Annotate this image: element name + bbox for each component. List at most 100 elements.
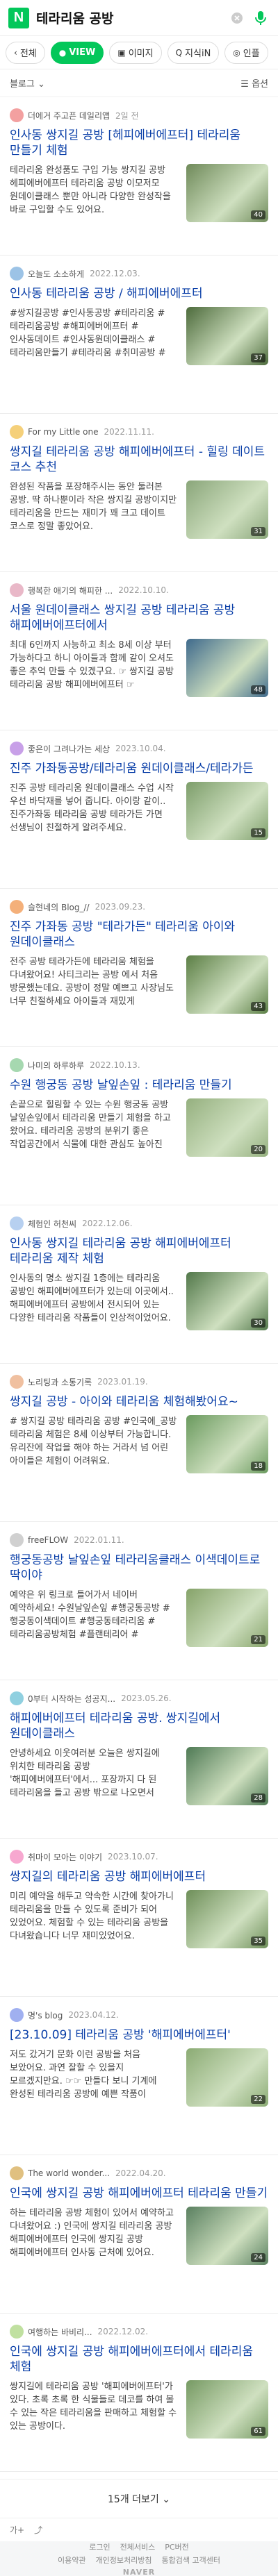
result-thumbnail[interactable]: 18 <box>186 1415 268 1473</box>
tab-1[interactable]: ● VIEW <box>50 41 104 64</box>
search-result[interactable]: 여행하는 바비리... 2022.12.02. 인국에 쌍지길 공방 해피에버에프터… <box>0 2314 278 2472</box>
result-title[interactable]: 서울 원데이클래스 쌍지길 공방 테라리움 공방 해피에버에프터에서 <box>10 603 268 633</box>
result-thumbnail[interactable]: 30 <box>186 1272 268 1330</box>
author-name[interactable]: For my Little one <box>28 427 98 437</box>
search-query[interactable]: 테라리움 공방 <box>36 8 222 27</box>
search-result[interactable]: 좋은이 그려나가는 세상 2023.10.04. 진주 가좌동공방/테라리움 원데이… <box>0 730 278 889</box>
result-thumbnail[interactable]: 31 <box>186 480 268 539</box>
result-thumbnail[interactable]: 40 <box>186 164 268 222</box>
image-count: 21 <box>251 1635 265 1644</box>
author-name[interactable]: 나미의 하루하루 <box>28 1060 84 1071</box>
result-thumbnail[interactable]: 21 <box>186 1589 268 1647</box>
tab-4[interactable]: ◎ 인플 <box>224 41 268 64</box>
author-avatar[interactable] <box>10 1058 24 1072</box>
result-thumbnail[interactable]: 61 <box>186 2380 268 2439</box>
result-title[interactable]: 인국에 쌍지길 공방 해피에버에프터에서 테라리움 체험 <box>10 2344 268 2375</box>
author-name[interactable]: 취마이 모아는 이야기 <box>28 1851 102 1863</box>
search-result[interactable]: 더에거 주고픈 데일리앱 2일 전 인사동 쌍지길 공방 [헤피에버에프터] 테라리… <box>0 97 278 256</box>
result-thumbnail[interactable]: 48 <box>186 639 268 697</box>
result-thumbnail[interactable]: 15 <box>186 782 268 840</box>
search-result[interactable]: 오늘도 소소하게 2022.12.03. 인사동 테라리움 공방 / 해피에버에프터… <box>0 256 278 414</box>
result-body: 예약은 위 링크로 들어가서 네이버 예약하세요! 수원날잎손잎 #행궁동공방 … <box>10 1589 268 1647</box>
author-avatar[interactable] <box>10 1850 24 1864</box>
result-title[interactable]: 인사동 쌍지길 테라리움 공방 해피에버에프터 테라리움 제작 체험 <box>10 1236 268 1266</box>
result-meta: 오늘도 소소하게 2022.12.03. <box>10 267 268 281</box>
result-title[interactable]: 진주 가좌동 공방 "테라가든" 테라리움 아이와 원데이클래스 <box>10 919 268 950</box>
result-title[interactable]: 인사동 쌍지길 공방 [헤피에버에프터] 테라리움 만들기 체험 <box>10 128 268 158</box>
result-thumbnail[interactable]: 37 <box>186 307 268 365</box>
search-result[interactable]: 체험인 허천씨 2022.12.06. 인사동 쌍지길 테라리움 공방 해피에버에프… <box>0 1205 278 1364</box>
search-result[interactable]: The world wonder... 2022.04.20. 인국에 쌍지길 공방… <box>0 2155 278 2314</box>
author-avatar[interactable] <box>10 2166 24 2180</box>
result-title[interactable]: 쌍지길 테라리움 공방 해피에버에프터 - 힐링 데이트 코스 추천 <box>10 444 268 475</box>
result-thumbnail[interactable]: 43 <box>186 955 268 1014</box>
author-avatar[interactable] <box>10 1216 24 1230</box>
search-result[interactable]: 나미의 하루하루 2022.10.13. 수원 행궁동 공방 날잎손잎 : 테라리움… <box>0 1047 278 1205</box>
author-avatar[interactable] <box>10 267 24 281</box>
author-name[interactable]: 행복한 애기의 해피한 ... <box>28 585 113 596</box>
search-result[interactable]: freeFLOW 2022.01.11. 행궁동공방 날잎손잎 테라리움클래스 이색… <box>0 1522 278 1680</box>
author-avatar[interactable] <box>10 1375 24 1389</box>
footer-link[interactable]: PC버전 <box>165 2541 189 2552</box>
search-result[interactable]: For my Little one 2022.11.11. 쌍지길 테라리움 공방 … <box>0 414 278 572</box>
footer-link[interactable]: 로그인 <box>89 2541 110 2552</box>
font-size-button[interactable]: 가+ <box>10 2524 24 2536</box>
naver-logo[interactable]: N <box>8 7 29 28</box>
search-result[interactable]: 취마이 모아는 이야기 2023.10.07. 쌍지길의 테라리움 공방 해피에버에… <box>0 1839 278 1997</box>
result-thumbnail[interactable]: 24 <box>186 2207 268 2265</box>
result-title[interactable]: [23.10.09] 테라리움 공방 '해피에버에프터' <box>10 2027 268 2043</box>
result-title[interactable]: 인사동 테라리움 공방 / 해피에버에프터 <box>10 286 268 301</box>
clear-icon[interactable] <box>228 9 246 27</box>
result-thumbnail[interactable]: 28 <box>186 1747 268 1805</box>
tab-2[interactable]: ▣ 이미지 <box>109 41 162 64</box>
result-title[interactable]: 행궁동공방 날잎손잎 테라리움클래스 이색데이트로 딱이야 <box>10 1553 268 1583</box>
author-name[interactable]: 오늘도 소소하게 <box>28 268 84 280</box>
result-thumbnail[interactable]: 20 <box>186 1098 268 1157</box>
result-title[interactable]: 수원 행궁동 공방 날잎손잎 : 테라리움 만들기 <box>10 1078 268 1093</box>
result-title[interactable]: 해피에버에프터 테라리움 공방. 쌍지길에서 원데이클래스 <box>10 1711 268 1741</box>
author-avatar[interactable] <box>10 583 24 597</box>
search-result[interactable]: 노리팅과 소통기록 2023.01.19. 쌍지길 공방 - 아이와 테라리움 체험… <box>0 1364 278 1522</box>
author-avatar[interactable] <box>10 1691 24 1705</box>
footer-link[interactable]: 전체서비스 <box>120 2541 156 2552</box>
options-button[interactable]: ☰ 옵션 <box>240 76 268 90</box>
search-result[interactable]: 0부터 시작하는 성공지... 2023.05.26. 해피에버에프터 테라리움 공… <box>0 1680 278 1839</box>
result-thumbnail[interactable]: 22 <box>186 2048 268 2107</box>
author-name[interactable]: 노리팅과 소통기록 <box>28 1376 92 1388</box>
author-avatar[interactable] <box>10 108 24 122</box>
result-thumbnail[interactable]: 35 <box>186 1890 268 1948</box>
result-title[interactable]: 쌍지길 공방 - 아이와 테라리움 체험해봤어요~ <box>10 1394 268 1410</box>
share-icon[interactable]: ⤴ <box>34 2524 42 2536</box>
search-result[interactable]: 명's blog 2023.04.12. [23.10.09] 테라리움 공방 '해… <box>0 1997 278 2155</box>
author-name[interactable]: 슬현네의 Blog_// <box>28 901 90 913</box>
author-avatar[interactable] <box>10 900 24 914</box>
tab-3[interactable]: Q 지식iN <box>167 41 220 64</box>
show-more-button[interactable]: 15개 더보기 ⌄ <box>0 2479 278 2518</box>
footer-link[interactable]: 통합검색 고객센터 <box>161 2554 220 2566</box>
author-avatar[interactable] <box>10 425 24 439</box>
result-title[interactable]: 진주 가좌동공방/테라리움 원데이클래스/테라가든 <box>10 761 268 776</box>
source-dropdown[interactable]: 블로그 ⌄ <box>10 76 45 90</box>
tab-0[interactable]: ‹ 전체 <box>6 41 45 64</box>
author-name[interactable]: 0부터 시작하는 성공지... <box>28 1693 115 1705</box>
author-avatar[interactable] <box>10 742 24 755</box>
author-name[interactable]: 명's blog <box>28 2009 63 2021</box>
footer-link[interactable]: 개인정보처리방침 <box>96 2554 152 2566</box>
footer-link[interactable]: 이용약관 <box>58 2554 85 2566</box>
search-result[interactable]: 슬현네의 Blog_// 2023.09.23. 진주 가좌동 공방 "테라가든" … <box>0 889 278 1047</box>
author-name[interactable]: The world wonder... <box>28 2168 110 2178</box>
post-date: 2022.12.06. <box>82 1219 133 1228</box>
microphone-icon[interactable] <box>252 9 270 27</box>
author-avatar[interactable] <box>10 1533 24 1547</box>
result-snippet: 인사동의 명소 쌍지길 1층에는 테라리움 공방인 해피에버에프터가 있는데 이… <box>10 1273 174 1323</box>
result-title[interactable]: 인국에 쌍지길 공방 해피에버에프터 테라리움 만들기 <box>10 2186 268 2201</box>
author-name[interactable]: 여행하는 바비리... <box>28 2326 92 2338</box>
search-result[interactable]: 행복한 애기의 해피한 ... 2022.10.10. 서울 원데이클래스 쌍지길 … <box>0 572 278 730</box>
author-avatar[interactable] <box>10 2325 24 2339</box>
result-title[interactable]: 쌍지길의 테라리움 공방 해피에버에프터 <box>10 1869 268 1884</box>
author-name[interactable]: 체험인 허천씨 <box>28 1218 76 1230</box>
author-name[interactable]: 좋은이 그려나가는 세상 <box>28 743 110 755</box>
author-avatar[interactable] <box>10 2008 24 2022</box>
author-name[interactable]: freeFLOW <box>28 1535 68 1545</box>
author-name[interactable]: 더에거 주고픈 데일리앱 <box>28 110 110 122</box>
